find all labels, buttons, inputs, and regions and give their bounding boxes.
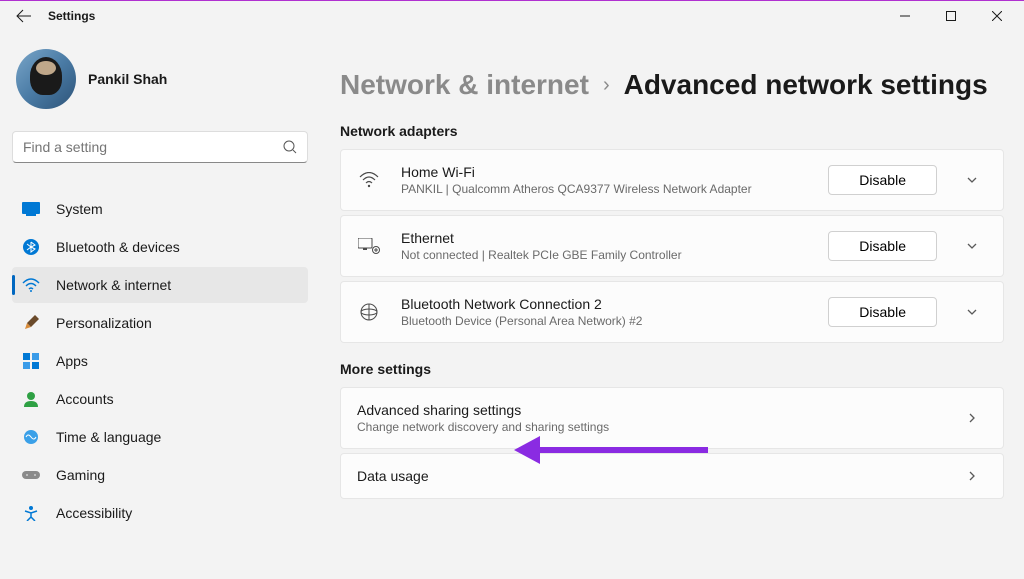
user-name: Pankil Shah (88, 71, 167, 87)
main-content: Network & internet › Advanced network se… (320, 31, 1024, 579)
sidebar-item-label: Gaming (56, 467, 105, 483)
setting-body: Advanced sharing settings Change network… (357, 402, 937, 434)
adapter-description: Bluetooth Device (Personal Area Network)… (401, 314, 808, 328)
sidebar-item-system[interactable]: System (12, 191, 308, 227)
sidebar-item-label: Bluetooth & devices (56, 239, 180, 255)
chevron-down-icon[interactable] (957, 240, 987, 252)
accounts-icon (22, 390, 40, 408)
chevron-right-icon (957, 412, 987, 424)
personalization-icon (22, 314, 40, 332)
adapter-card-bluetooth[interactable]: Bluetooth Network Connection 2 Bluetooth… (340, 281, 1004, 343)
chevron-right-icon: › (603, 74, 610, 97)
sidebar: Pankil Shah System Bluetooth & devices N… (0, 31, 320, 579)
sidebar-item-accessibility[interactable]: Accessibility (12, 495, 308, 531)
adapter-name: Ethernet (401, 230, 808, 246)
setting-title: Data usage (357, 468, 937, 484)
adapter-card-body: Home Wi-Fi PANKIL | Qualcomm Atheros QCA… (401, 164, 808, 196)
adapter-name: Home Wi-Fi (401, 164, 808, 180)
adapter-card-wifi[interactable]: Home Wi-Fi PANKIL | Qualcomm Atheros QCA… (340, 149, 1004, 211)
more-settings-list: Advanced sharing settings Change network… (340, 387, 1004, 499)
arrow-left-icon (16, 8, 32, 24)
adapter-name: Bluetooth Network Connection 2 (401, 296, 808, 312)
sidebar-item-apps[interactable]: Apps (12, 343, 308, 379)
search-input[interactable] (23, 139, 283, 155)
bluetooth-icon (22, 238, 40, 256)
apps-icon (22, 352, 40, 370)
search-icon (283, 140, 297, 154)
network-adapters-list: Home Wi-Fi PANKIL | Qualcomm Atheros QCA… (340, 149, 1004, 343)
maximize-button[interactable] (928, 1, 974, 31)
setting-subtitle: Change network discovery and sharing set… (357, 420, 937, 434)
sidebar-item-label: System (56, 201, 103, 217)
profile-row[interactable]: Pankil Shah (12, 49, 308, 109)
window-controls (882, 1, 1020, 31)
avatar (16, 49, 76, 109)
time-icon (22, 428, 40, 446)
sidebar-item-label: Accounts (56, 391, 114, 407)
close-button[interactable] (974, 1, 1020, 31)
sidebar-item-label: Personalization (56, 315, 152, 331)
adapter-description: PANKIL | Qualcomm Atheros QCA9377 Wirele… (401, 182, 808, 196)
advanced-sharing-settings-row[interactable]: Advanced sharing settings Change network… (340, 387, 1004, 449)
disable-button[interactable]: Disable (828, 297, 937, 327)
chevron-down-icon[interactable] (957, 174, 987, 186)
titlebar: Settings (0, 1, 1024, 31)
back-button[interactable] (4, 1, 44, 31)
sidebar-item-network[interactable]: Network & internet (12, 267, 308, 303)
minimize-button[interactable] (882, 1, 928, 31)
breadcrumb-parent[interactable]: Network & internet (340, 69, 589, 101)
wifi-icon (357, 172, 381, 188)
gaming-icon (22, 466, 40, 484)
breadcrumb: Network & internet › Advanced network se… (340, 69, 1004, 101)
adapter-card-ethernet[interactable]: Ethernet Not connected | Realtek PCIe GB… (340, 215, 1004, 277)
system-icon (22, 200, 40, 218)
search-field[interactable] (12, 131, 308, 163)
sidebar-item-label: Accessibility (56, 505, 132, 521)
disable-button[interactable]: Disable (828, 231, 937, 261)
sidebar-item-label: Network & internet (56, 277, 171, 293)
ethernet-icon (357, 238, 381, 254)
sidebar-item-bluetooth[interactable]: Bluetooth & devices (12, 229, 308, 265)
adapter-card-body: Bluetooth Network Connection 2 Bluetooth… (401, 296, 808, 328)
setting-body: Data usage (357, 468, 937, 484)
bluetooth-network-icon (357, 303, 381, 321)
sidebar-item-label: Time & language (56, 429, 161, 445)
accessibility-icon (22, 504, 40, 522)
section-title-more: More settings (340, 361, 1004, 377)
disable-button[interactable]: Disable (828, 165, 937, 195)
section-title-adapters: Network adapters (340, 123, 1004, 139)
page-title: Advanced network settings (624, 69, 988, 101)
network-icon (22, 276, 40, 294)
chevron-down-icon[interactable] (957, 306, 987, 318)
sidebar-item-label: Apps (56, 353, 88, 369)
sidebar-item-accounts[interactable]: Accounts (12, 381, 308, 417)
sidebar-item-personalization[interactable]: Personalization (12, 305, 308, 341)
sidebar-item-gaming[interactable]: Gaming (12, 457, 308, 493)
setting-title: Advanced sharing settings (357, 402, 937, 418)
adapter-card-body: Ethernet Not connected | Realtek PCIe GB… (401, 230, 808, 262)
data-usage-row[interactable]: Data usage (340, 453, 1004, 499)
chevron-right-icon (957, 470, 987, 482)
window-title: Settings (48, 9, 95, 23)
sidebar-item-time[interactable]: Time & language (12, 419, 308, 455)
sidebar-nav: System Bluetooth & devices Network & int… (12, 191, 308, 531)
adapter-description: Not connected | Realtek PCIe GBE Family … (401, 248, 808, 262)
